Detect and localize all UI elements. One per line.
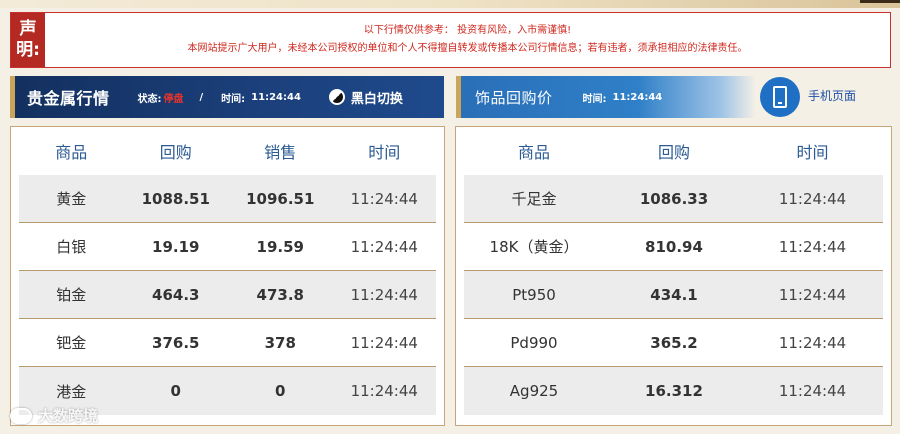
cell-name: 千足金	[511, 190, 557, 208]
notice-line1: 以下行情仅供参考： 投资有风险，入市需谨慎!	[363, 25, 572, 36]
cell-name: 铂金	[56, 286, 87, 304]
cell-time: 11:24:44	[778, 237, 847, 256]
bw-toggle-button[interactable]: 黑白切换	[328, 88, 403, 107]
cell-name: Pt950	[512, 285, 556, 304]
cell-time: 11:24:44	[778, 333, 847, 352]
cell-sell: 1096.51	[246, 189, 315, 208]
cell-buy: 810.94	[645, 237, 703, 256]
cell-name: 钯金	[56, 334, 87, 352]
cell-time: 11:24:44	[350, 189, 418, 208]
time-label: 时间:	[221, 93, 246, 105]
precious-metals-header: 贵金属行情 状态: 停盘 / 时间: 11:24:44 黑白切换	[10, 76, 444, 118]
disclaimer-notice: 声 明: 以下行情仅供参考： 投资有风险，入市需谨慎! 本网站提示广大用户，未经…	[10, 12, 891, 68]
cell-time: 11:24:44	[350, 382, 418, 400]
cell-buy: 365.2	[650, 333, 698, 352]
time-value: 11:24:44	[251, 91, 301, 103]
cell-name: 黄金	[56, 190, 87, 208]
cell-buy: 434.1	[650, 285, 698, 304]
cell-name: 18K（黄金）	[489, 238, 579, 256]
mobile-phone-icon[interactable]	[760, 77, 800, 117]
cell-time: 11:24:44	[350, 285, 418, 304]
cell-buy: 1088.51	[141, 189, 210, 208]
cell-buy: 376.5	[152, 333, 200, 352]
cell-time: 11:24:44	[778, 189, 847, 208]
table-row: 千足金 1086.33 11:24:44	[464, 175, 883, 223]
cell-name: Pd990	[510, 333, 558, 352]
cell-buy: 464.3	[152, 285, 200, 304]
table-header: 商品 回购 时间	[464, 127, 883, 175]
cell-buy: 1086.33	[639, 189, 709, 208]
header-separator: /	[199, 91, 204, 103]
cell-sell: 378	[264, 333, 296, 352]
col-time: 时间	[368, 143, 401, 162]
cell-time: 11:24:44	[778, 382, 847, 400]
contrast-icon	[328, 89, 345, 105]
table-row: 白银 19.19 19.59 11:24:44	[19, 223, 436, 271]
right-time-value: 11:24:44	[612, 91, 663, 103]
precious-metals-title: 贵金属行情	[27, 89, 110, 108]
col-product: 商品	[55, 143, 88, 162]
col-buyback: 回购	[657, 143, 690, 162]
cell-sell: 0	[275, 382, 286, 400]
cell-buy: 19.19	[152, 237, 200, 256]
bw-toggle-label: 黑白切换	[350, 91, 403, 107]
col-time: 时间	[796, 143, 829, 162]
col-product: 商品	[517, 143, 550, 162]
col-buyback: 回购	[159, 143, 192, 162]
notice-text: 以下行情仅供参考： 投资有风险，入市需谨慎! 本网站提示广大用户，未经本公司授权…	[45, 13, 890, 67]
notice-tag-line2: 明:	[16, 40, 40, 60]
notice-tag: 声 明:	[11, 13, 45, 67]
table-row: 钯金 376.5 378 11:24:44	[19, 319, 436, 367]
jewelry-buyback-table: 商品 回购 时间 千足金 1086.33 11:24:44 18K（黄金） 81…	[455, 126, 892, 426]
cell-sell: 473.8	[256, 285, 304, 304]
cell-time: 11:24:44	[778, 285, 847, 304]
watermark-text: 大数跨境	[38, 407, 99, 425]
table-row: 18K（黄金） 810.94 11:24:44	[464, 223, 883, 271]
col-sell: 销售	[264, 143, 297, 162]
cell-buy: 0	[170, 382, 181, 400]
table-row: Pt950 434.1 11:24:44	[464, 271, 883, 319]
precious-metals-table: 商品 回购 销售 时间 黄金 1088.51 1096.51 11:24:44 …	[10, 126, 445, 426]
top-dark-bar	[860, 0, 900, 3]
watermark: 大数跨境	[10, 405, 98, 426]
status-value: 停盘	[163, 93, 184, 105]
mobile-page-link[interactable]: 手机页面	[808, 87, 856, 104]
table-row: 铂金 464.3 473.8 11:24:44	[19, 271, 436, 319]
cell-time: 11:24:44	[350, 333, 418, 352]
notice-tag-line1: 声	[19, 19, 37, 39]
cell-buy: 16.312	[645, 382, 703, 400]
cell-sell: 19.59	[256, 237, 304, 256]
table-row: Ag925 16.312 11:24:44	[464, 367, 883, 415]
jewelry-buyback-header: 饰品回购价 时间: 11:24:44	[456, 76, 756, 118]
jewelry-buyback-title: 饰品回购价	[475, 88, 553, 107]
cell-name: 白银	[56, 238, 87, 256]
watermark-logo-icon	[10, 407, 32, 424]
right-time-label: 时间:	[582, 93, 607, 105]
status-label: 状态:	[137, 93, 162, 105]
table-row: Pd990 365.2 11:24:44	[464, 319, 883, 367]
notice-line2: 本网站提示广大用户，未经本公司授权的单位和个人不得擅自转发或传播本公司行情信息；…	[187, 43, 748, 54]
top-decoration-strip	[0, 0, 900, 8]
table-row: 黄金 1088.51 1096.51 11:24:44	[19, 175, 436, 223]
cell-name: Ag925	[509, 382, 559, 400]
cell-time: 11:24:44	[350, 237, 418, 256]
cell-name: 港金	[56, 382, 87, 401]
table-header: 商品 回购 销售 时间	[19, 127, 436, 175]
